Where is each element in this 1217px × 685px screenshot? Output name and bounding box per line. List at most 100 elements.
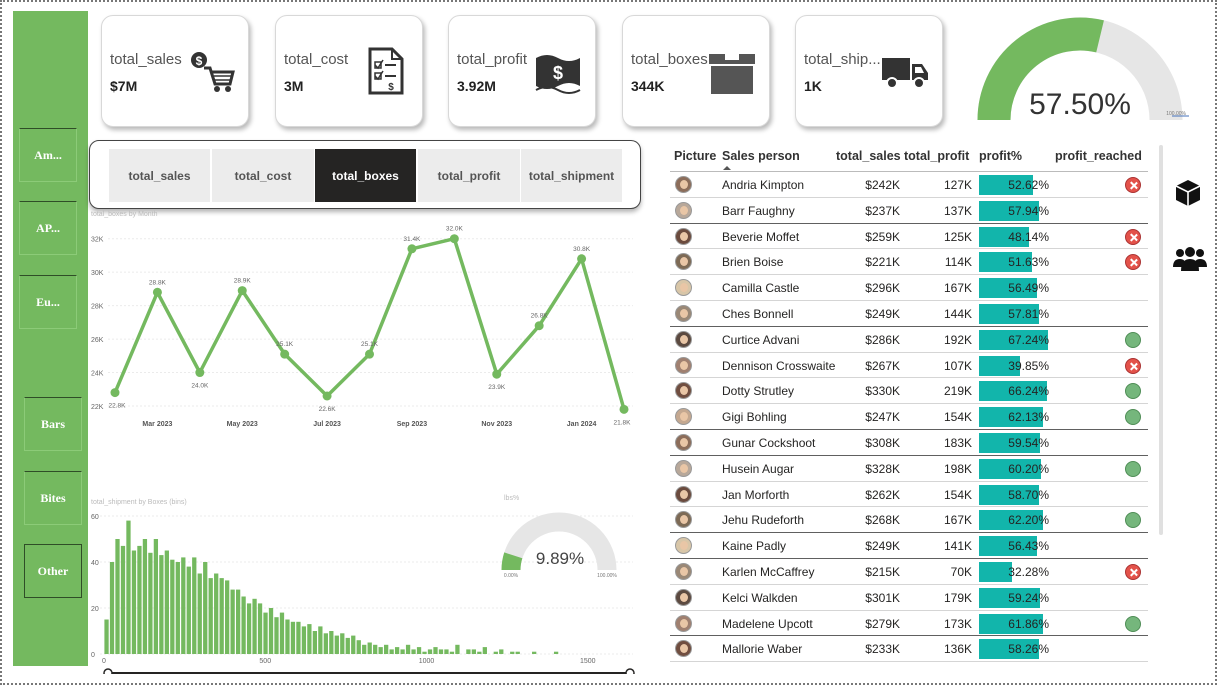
histogram-bar[interactable]: [274, 617, 279, 654]
histogram-bar[interactable]: [268, 608, 274, 654]
table-row[interactable]: Kelci Walkden $301K 179K 59.24%: [670, 585, 1148, 611]
sidebar-button-europe[interactable]: Eu...: [19, 275, 77, 329]
histogram-bar[interactable]: [104, 619, 109, 655]
histogram-bar[interactable]: [186, 566, 191, 654]
table-row[interactable]: Brien Boise $221K 114K 51.63%: [670, 249, 1148, 276]
histogram-bar[interactable]: [433, 647, 438, 654]
sidebar-button-bites[interactable]: Bites: [24, 471, 82, 525]
histogram-bar[interactable]: [142, 539, 148, 654]
histogram-bar[interactable]: [394, 647, 400, 654]
histogram-bar[interactable]: [175, 562, 180, 654]
table-row[interactable]: Dotty Strutley $330K 219K 66.24%: [670, 378, 1148, 405]
histogram-bar[interactable]: [466, 649, 471, 654]
table-row[interactable]: Kaine Padly $249K 141K 56.43%: [670, 533, 1148, 559]
histogram-bar[interactable]: [290, 621, 296, 654]
column-header-profit-pct[interactable]: profit%: [979, 149, 1022, 163]
sidebar-button-americas[interactable]: Am...: [19, 128, 77, 182]
column-header-picture[interactable]: Picture: [674, 149, 716, 163]
histogram-bar[interactable]: [438, 649, 444, 654]
range-slider-handle-start[interactable]: [103, 668, 113, 674]
data-point[interactable]: [195, 368, 205, 378]
table-row[interactable]: Madelene Upcott $279K 173K 61.86%: [670, 611, 1148, 637]
histogram-bar[interactable]: [208, 578, 213, 654]
histogram-bar[interactable]: [170, 559, 175, 654]
histogram-bar[interactable]: [329, 631, 334, 654]
histogram-bar[interactable]: [356, 640, 361, 654]
histogram-bar[interactable]: [499, 649, 504, 654]
table-row[interactable]: Barr Faughny $237K 137K 57.94%: [670, 198, 1148, 224]
histogram-bar[interactable]: [307, 624, 312, 654]
data-point[interactable]: [619, 404, 629, 414]
histogram-bar[interactable]: [263, 612, 268, 654]
data-point[interactable]: [280, 349, 290, 359]
histogram-bar[interactable]: [214, 573, 219, 655]
data-point[interactable]: [492, 369, 502, 379]
histogram-bar[interactable]: [471, 649, 477, 654]
histogram-bar[interactable]: [230, 589, 235, 654]
histogram-bar[interactable]: [192, 557, 197, 654]
histogram-bar[interactable]: [455, 644, 460, 654]
cube-icon[interactable]: [1174, 178, 1202, 208]
histogram-bar[interactable]: [279, 612, 285, 654]
histogram-bar[interactable]: [477, 651, 482, 654]
histogram-bar[interactable]: [405, 644, 411, 654]
sidebar-button-other[interactable]: Other: [24, 544, 82, 598]
table-row[interactable]: Camilla Castle $296K 167K 56.49%: [670, 275, 1148, 301]
histogram-bar[interactable]: [416, 647, 422, 654]
histogram-bar[interactable]: [345, 637, 350, 654]
column-header-profit-reached[interactable]: profit_reached: [1055, 149, 1142, 163]
histogram-bar[interactable]: [340, 633, 345, 654]
table-row[interactable]: Jan Morforth $262K 154K 58.70%: [670, 482, 1148, 508]
table-scrollbar[interactable]: [1159, 145, 1163, 535]
histogram-bar[interactable]: [367, 642, 372, 655]
histogram-bar[interactable]: [323, 633, 328, 654]
metric-button-total-shipment[interactable]: total_shipment: [521, 149, 622, 202]
data-point[interactable]: [152, 287, 162, 297]
histogram-bar[interactable]: [285, 619, 290, 655]
table-row[interactable]: Beverie Moffet $259K 125K 48.14%: [670, 224, 1148, 250]
histogram-bar[interactable]: [241, 596, 246, 655]
histogram-bar[interactable]: [378, 647, 383, 654]
data-point[interactable]: [322, 391, 332, 401]
table-row[interactable]: Curtice Advani $286K 192K 67.24%: [670, 327, 1148, 353]
histogram-bar[interactable]: [449, 651, 455, 654]
histogram-bar[interactable]: [164, 550, 169, 655]
histogram-bar[interactable]: [131, 550, 137, 655]
table-row[interactable]: Mallorie Waber $233K 136K 58.26%: [670, 636, 1148, 663]
histogram-bar[interactable]: [389, 649, 394, 654]
histogram-bar[interactable]: [153, 539, 159, 654]
data-point[interactable]: [407, 244, 417, 254]
data-point[interactable]: [577, 254, 587, 264]
histogram-bar[interactable]: [235, 589, 241, 654]
histogram-bar[interactable]: [334, 635, 339, 654]
histogram-bar[interactable]: [252, 598, 257, 654]
histogram-bar[interactable]: [246, 603, 252, 654]
histogram-bar[interactable]: [373, 644, 378, 654]
histogram-bar[interactable]: [427, 649, 433, 654]
histogram-bar[interactable]: [351, 635, 356, 654]
table-row[interactable]: Ches Bonnell $249K 144K 57.81%: [670, 301, 1148, 327]
histogram-bar[interactable]: [148, 552, 153, 654]
histogram-bar[interactable]: [362, 644, 367, 654]
histogram-bar[interactable]: [115, 539, 120, 654]
data-point[interactable]: [110, 388, 120, 398]
metric-button-total-profit[interactable]: total_profit: [418, 149, 520, 202]
histogram-bar[interactable]: [493, 651, 498, 654]
histogram-bar[interactable]: [510, 651, 515, 654]
column-header-total-sales[interactable]: total_sales: [836, 149, 901, 163]
sidebar-button-bars[interactable]: Bars: [24, 397, 82, 451]
histogram-bar[interactable]: [126, 520, 131, 654]
histogram-bar[interactable]: [120, 545, 126, 654]
table-row[interactable]: Husein Augar $328K 198K 60.20%: [670, 456, 1148, 482]
histogram-bar[interactable]: [312, 631, 318, 654]
metric-button-total-boxes[interactable]: total_boxes: [315, 149, 416, 202]
metric-button-total-sales[interactable]: total_sales: [109, 149, 210, 202]
histogram-bar[interactable]: [384, 644, 389, 654]
metric-button-total-cost[interactable]: total_cost: [212, 149, 314, 202]
table-row[interactable]: Gigi Bohling $247K 154K 62.13%: [670, 404, 1148, 430]
table-row[interactable]: Jehu Rudeforth $268K 167K 62.20%: [670, 507, 1148, 534]
histogram-bar[interactable]: [257, 603, 263, 654]
histogram-bar[interactable]: [444, 649, 449, 654]
column-header-total-profit[interactable]: total_profit: [904, 149, 969, 163]
table-row[interactable]: Andria Kimpton $242K 127K 52.62%: [670, 172, 1148, 198]
